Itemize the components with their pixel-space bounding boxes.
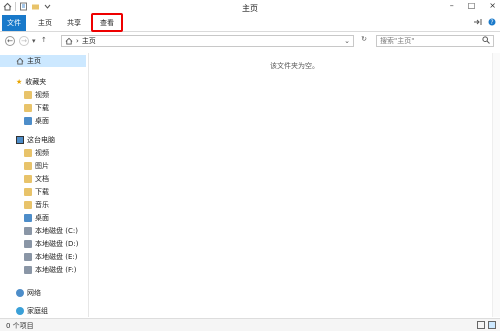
empty-folder-message: 该文件夹为空。 (270, 62, 319, 70)
refresh-button[interactable]: ↻ (358, 35, 370, 47)
view-switcher (477, 321, 496, 329)
window-title: 主页 (242, 4, 258, 13)
pictures-folder-icon (24, 162, 32, 170)
sidebar-item-label: 下载 (35, 104, 49, 112)
status-bar: 0 个项目 (0, 318, 500, 331)
homegroup-icon (16, 307, 24, 315)
home-icon (16, 57, 24, 65)
sidebar-item-label: 家庭组 (27, 307, 48, 315)
baidu-watermark (380, 275, 490, 315)
tab-home[interactable]: 主页 (31, 15, 59, 31)
sidebar-item-label: 桌面 (35, 214, 49, 222)
sidebar-item-favorites[interactable]: ★ 收藏夹 (16, 76, 46, 88)
sidebar-item-label: 视频 (35, 91, 49, 99)
sidebar-item-drive-d[interactable]: 本地磁盘 (D:) (24, 238, 78, 250)
star-icon: ★ (16, 78, 23, 86)
forward-button[interactable]: → (19, 36, 29, 46)
back-button[interactable]: ← (5, 36, 15, 46)
tab-share[interactable]: 共享 (61, 15, 87, 31)
sidebar-item-label: 桌面 (35, 117, 49, 125)
search-input[interactable]: 搜索"主页" (376, 35, 494, 47)
sidebar-item-label: 本地磁盘 (D:) (35, 240, 79, 248)
ribbon-controls: ? (473, 18, 496, 28)
search-icon[interactable] (482, 36, 490, 46)
sidebar-item-label: 本地磁盘 (C:) (35, 227, 78, 235)
navigation-pane: 主页 ★ 收藏夹 视频 下载 桌面 这台电脑 视频 图片 文档 下载 音乐 桌面… (0, 53, 89, 317)
tab-file[interactable]: 文件 (2, 15, 26, 31)
downloads-folder-icon (24, 188, 32, 196)
svg-text:?: ? (490, 19, 493, 26)
expand-ribbon-icon[interactable] (473, 18, 482, 28)
address-dropdown-icon[interactable]: ⌄ (344, 37, 353, 45)
annotation-highlight-box (91, 13, 123, 32)
music-folder-icon (24, 201, 32, 209)
address-segment-home[interactable]: 主页 (82, 36, 96, 46)
details-view-icon[interactable] (477, 321, 485, 329)
desktop-folder-icon (24, 214, 32, 222)
sidebar-item-label: 图片 (35, 162, 49, 170)
sidebar-item-network[interactable]: 网络 (16, 287, 41, 299)
sidebar-item-label: 音乐 (35, 201, 49, 209)
help-icon[interactable]: ? (488, 18, 496, 28)
videos-folder-icon (24, 149, 32, 157)
close-button[interactable]: × (489, 1, 496, 10)
recent-locations-icon[interactable]: ▾ (32, 37, 36, 45)
drive-icon (24, 240, 32, 248)
sidebar-item-pc-desktop[interactable]: 桌面 (24, 212, 49, 224)
sidebar-item-videos[interactable]: 视频 (24, 89, 49, 101)
sidebar-item-label: 下载 (35, 188, 49, 196)
sidebar-item-home[interactable]: 主页 (0, 55, 86, 67)
sidebar-item-label: 收藏夹 (25, 78, 47, 86)
drive-icon (24, 227, 32, 235)
sidebar-item-pictures[interactable]: 图片 (24, 160, 49, 172)
sidebar-item-this-pc[interactable]: 这台电脑 (16, 134, 55, 146)
documents-folder-icon (24, 175, 32, 183)
ribbon-tabs: 文件 主页 共享 查看 ? (0, 15, 500, 32)
network-icon (16, 289, 24, 297)
sidebar-item-label: 主页 (27, 57, 41, 65)
sidebar-item-label: 本地磁盘 (E:) (35, 253, 78, 261)
sidebar-item-desktop[interactable]: 桌面 (24, 115, 49, 127)
drive-icon (24, 266, 32, 274)
chevron-right-icon[interactable]: › (76, 37, 79, 45)
large-icons-view-icon[interactable] (488, 321, 496, 329)
sidebar-item-label: 这台电脑 (27, 136, 55, 144)
sidebar-item-music[interactable]: 音乐 (24, 199, 49, 211)
minimize-button[interactable]: – (450, 1, 454, 10)
sidebar-item-homegroup[interactable]: 家庭组 (16, 305, 48, 317)
downloads-folder-icon (24, 104, 32, 112)
videos-folder-icon (24, 91, 32, 99)
window-controls: – □ × (450, 1, 496, 10)
maximize-button[interactable]: □ (468, 1, 476, 10)
sidebar-item-documents[interactable]: 文档 (24, 173, 49, 185)
vertical-scrollbar[interactable] (492, 53, 500, 317)
title-bar: 主页 – □ × (0, 0, 500, 15)
sidebar-item-label: 文档 (35, 175, 49, 183)
search-placeholder: 搜索"主页" (380, 37, 415, 45)
sidebar-item-drive-c[interactable]: 本地磁盘 (C:) (24, 225, 78, 237)
sidebar-item-pc-downloads[interactable]: 下载 (24, 186, 49, 198)
sidebar-item-label: 本地磁盘 (F:) (35, 266, 77, 274)
desktop-folder-icon (24, 117, 32, 125)
drive-icon (24, 253, 32, 261)
sidebar-item-pc-videos[interactable]: 视频 (24, 147, 49, 159)
computer-icon (16, 136, 24, 144)
sidebar-item-label: 视频 (35, 149, 49, 157)
sidebar-item-label: 网络 (27, 289, 41, 297)
sidebar-item-drive-f[interactable]: 本地磁盘 (F:) (24, 264, 77, 276)
navigation-bar: ← → ▾ ↑ › 主页 ⌄ ↻ 搜索"主页" (0, 32, 500, 50)
home-icon (65, 37, 73, 45)
sidebar-item-downloads[interactable]: 下载 (24, 102, 49, 114)
up-arrow-icon[interactable]: ↑ (41, 36, 47, 44)
address-bar[interactable]: › 主页 ⌄ (61, 35, 354, 47)
sidebar-item-drive-e[interactable]: 本地磁盘 (E:) (24, 251, 77, 263)
